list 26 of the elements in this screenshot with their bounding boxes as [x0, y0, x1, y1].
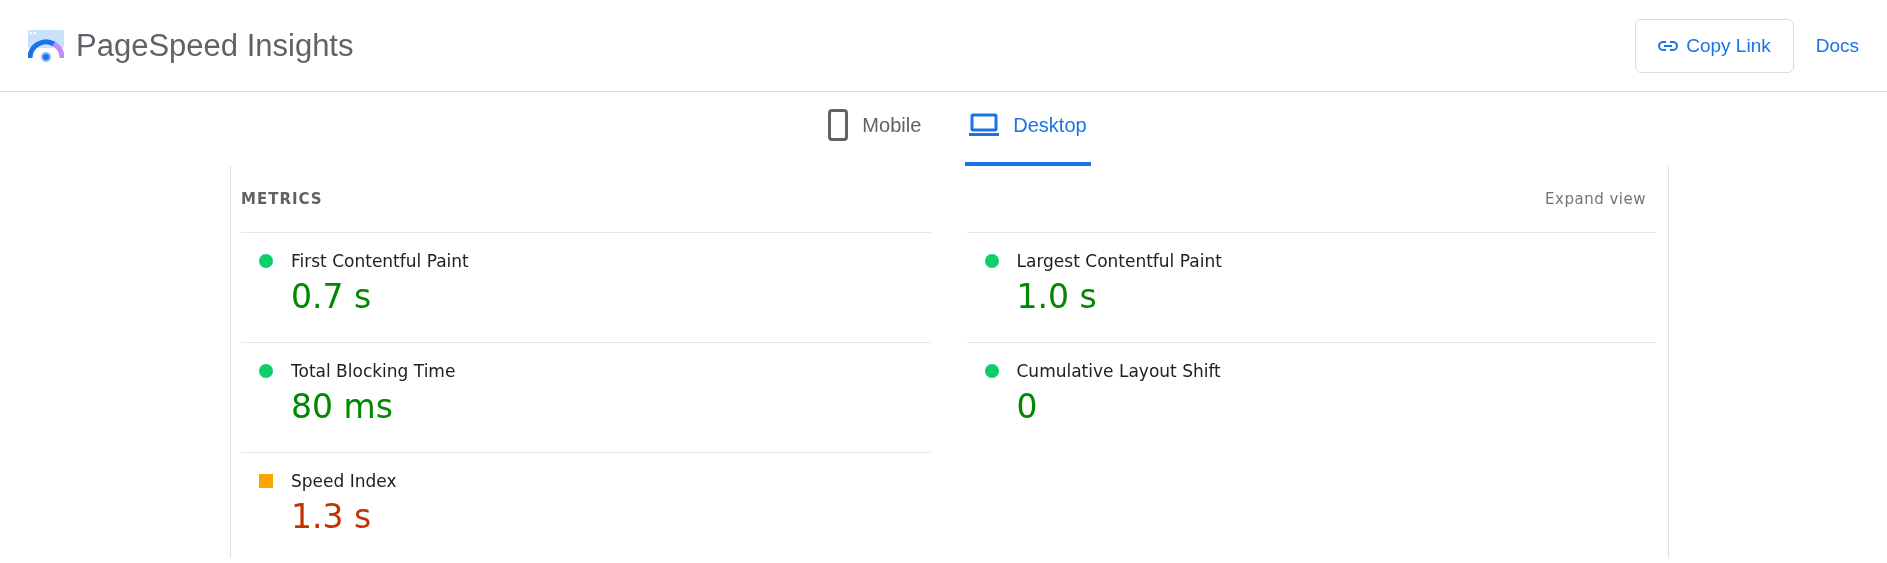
- metric-value: 80 ms: [291, 387, 394, 426]
- device-tab[interactable]: Desktop: [965, 92, 1091, 166]
- metric-value: 1.3 s: [291, 497, 373, 536]
- status-dot: [984, 254, 999, 268]
- device-tab[interactable]: Mobile: [824, 92, 926, 166]
- status-dot: [984, 364, 999, 378]
- phone-icon: [828, 109, 849, 141]
- metric-label: First Contentful Paint: [291, 251, 470, 271]
- metric-value: 0: [1016, 387, 1039, 426]
- copy-link-button[interactable]: Copy Link: [1635, 18, 1794, 73]
- expand-view-link[interactable]: Expand view: [1545, 190, 1646, 208]
- docs-link[interactable]: Docs: [1815, 34, 1859, 57]
- metric-label: Cumulative Layout Shift: [1016, 361, 1222, 381]
- metric-label: Total Blocking Time: [291, 361, 457, 381]
- metrics-heading: METRICS: [241, 190, 323, 208]
- status-dot: [259, 254, 273, 268]
- metric-label: Largest Contentful Paint: [1016, 251, 1223, 271]
- metric-label: Speed Index: [291, 471, 398, 491]
- status-square: [259, 474, 273, 488]
- metric-value: 1.0 s: [1016, 277, 1098, 316]
- laptop-icon: [969, 113, 1000, 137]
- status-dot: [259, 364, 273, 378]
- logo-icon: [28, 29, 64, 62]
- metric-value: 0.7 s: [291, 277, 373, 316]
- app-title: PageSpeed Insights: [76, 27, 355, 64]
- link-icon: [1658, 40, 1679, 51]
